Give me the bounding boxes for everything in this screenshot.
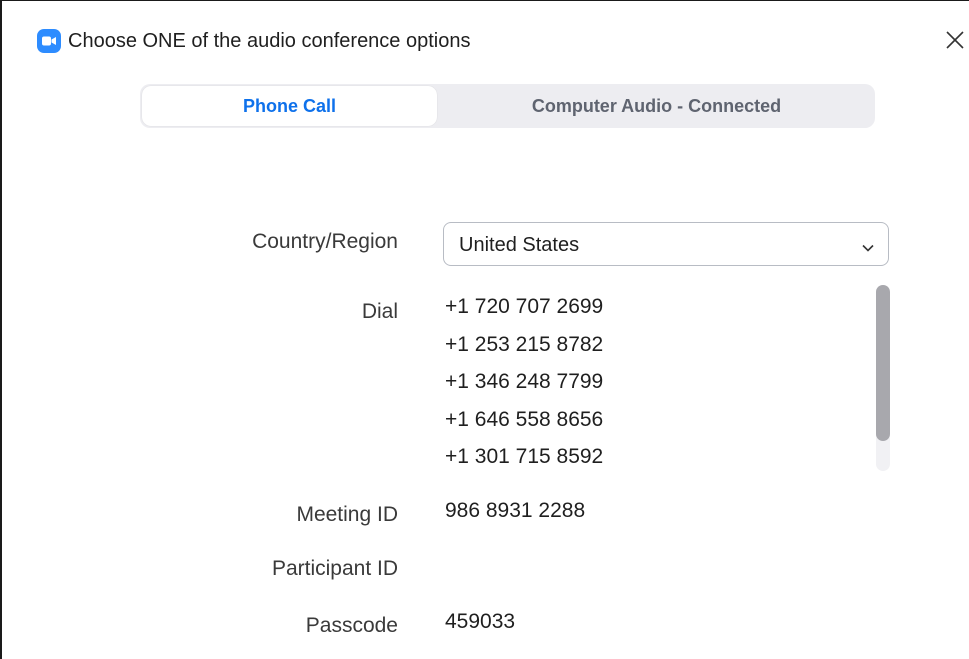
dial-number-list: +1 720 707 2699 +1 253 215 8782 +1 346 2…	[445, 288, 865, 473]
dial-label: Dial	[361, 300, 398, 323]
dial-list-scrollbar[interactable]	[876, 285, 890, 471]
audio-mode-tabs: Phone Call Computer Audio - Connected	[140, 84, 875, 128]
passcode-value: 459033	[445, 610, 516, 633]
dial-number: +1 720 707 2699	[445, 295, 604, 318]
dialog-title: Choose ONE of the audio conference optio…	[68, 30, 471, 52]
dial-number: +1 346 248 7799	[445, 370, 604, 393]
meeting-id-label: Meeting ID	[296, 503, 398, 526]
country-region-value: United States	[459, 234, 580, 256]
zoom-camera-icon	[37, 29, 61, 53]
tab-computer-audio[interactable]: Computer Audio - Connected	[440, 86, 873, 126]
participant-id-label: Participant ID	[271, 557, 398, 580]
dial-number: +1 253 215 8782	[445, 332, 604, 356]
dial-number: +1 646 558 8656	[445, 407, 604, 431]
meeting-id-value: 986 8931 2288	[445, 499, 586, 522]
audio-options-dialog: Choose ONE of the audio conference optio…	[0, 0, 969, 659]
close-icon[interactable]	[942, 27, 968, 53]
tab-phone-call[interactable]: Phone Call	[142, 86, 437, 126]
country-region-label: Country/Region	[252, 230, 398, 253]
scrollbar-thumb[interactable]	[876, 285, 890, 441]
dial-number: +1 301 715 8592	[445, 445, 604, 468]
passcode-label: Passcode	[305, 614, 398, 637]
title-bar: Choose ONE of the audio conference optio…	[4, 1, 969, 83]
chevron-down-icon	[862, 239, 874, 257]
country-region-select[interactable]: United States	[443, 222, 889, 266]
